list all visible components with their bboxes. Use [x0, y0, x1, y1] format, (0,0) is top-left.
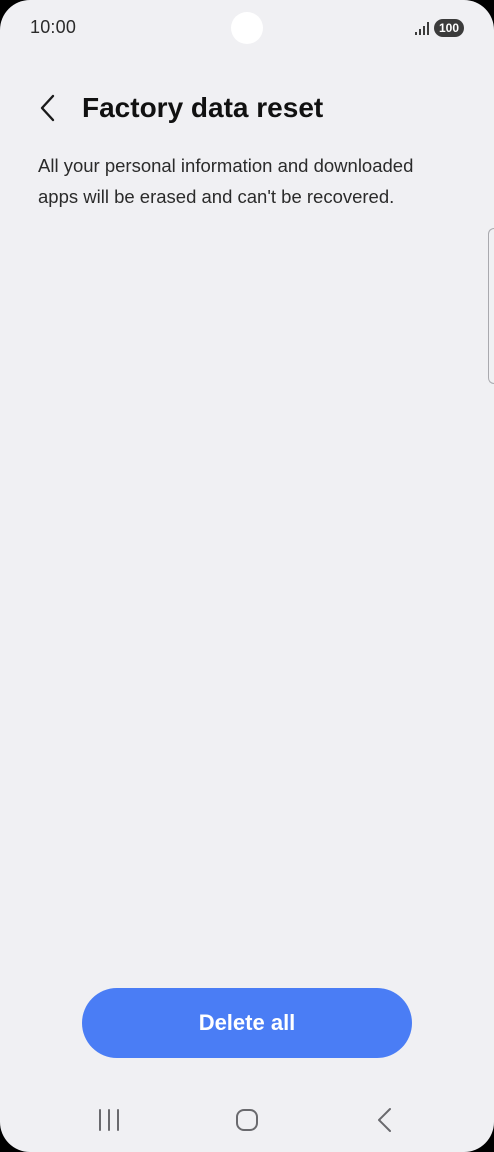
nav-back-button[interactable] — [360, 1098, 410, 1142]
delete-all-button[interactable]: Delete all — [82, 988, 412, 1058]
home-button[interactable] — [222, 1098, 272, 1142]
status-icons: 100 — [415, 19, 464, 37]
recent-apps-button[interactable] — [84, 1098, 134, 1142]
back-icon — [378, 1108, 391, 1132]
camera-cutout — [231, 12, 263, 44]
home-icon — [236, 1109, 258, 1131]
scroll-indicator[interactable] — [488, 228, 494, 384]
reset-description: All your personal information and downlo… — [38, 155, 414, 207]
chevron-left-icon — [40, 94, 55, 122]
back-button[interactable] — [30, 90, 66, 126]
navigation-bar — [0, 1098, 494, 1142]
page-title: Factory data reset — [82, 92, 324, 123]
screen: 10:00 100 Factory data reset All your pe… — [0, 0, 494, 1152]
status-time: 10:00 — [30, 17, 77, 37]
signal-icon — [415, 21, 429, 35]
battery-icon: 100 — [434, 19, 464, 37]
recent-apps-icon — [99, 1109, 119, 1131]
